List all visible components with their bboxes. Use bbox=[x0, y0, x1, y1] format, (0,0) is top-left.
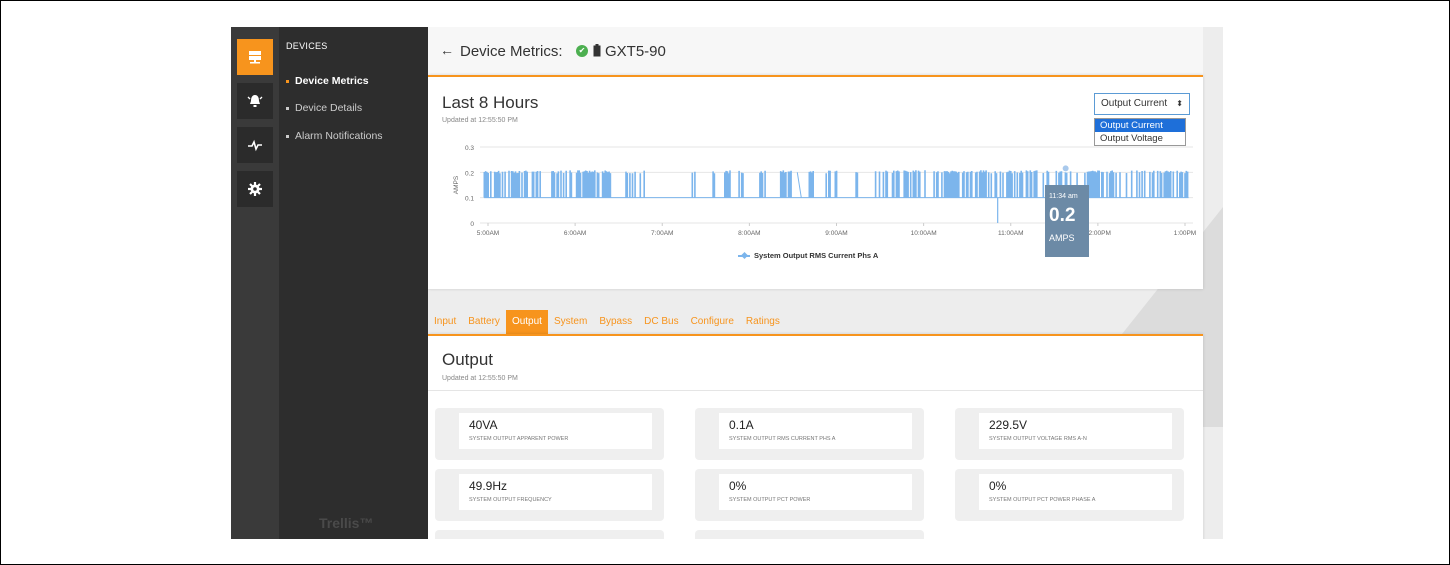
nav-bullet bbox=[286, 134, 289, 138]
page-title: Device Metrics: bbox=[460, 43, 563, 60]
y-tick-label: 0.3 bbox=[465, 145, 474, 152]
series-spike bbox=[796, 172, 802, 198]
divider bbox=[428, 390, 1203, 391]
devices-rail-button[interactable] bbox=[237, 39, 273, 75]
metric-label: SYSTEM OUTPUT RMS CURRENT PHS A bbox=[729, 436, 836, 442]
metric-inner: 40VA SYSTEM OUTPUT APPARENT POWER bbox=[459, 413, 652, 449]
metric-tile: 0% SYSTEM OUTPUT PCT POWER PHASE A bbox=[955, 469, 1184, 521]
hover-point bbox=[1061, 164, 1070, 173]
y-tick-label: 0.1 bbox=[465, 196, 474, 203]
pulse-icon bbox=[248, 139, 262, 152]
metric-tabs: Input Battery Output System Bypass DC Bu… bbox=[428, 310, 786, 334]
metric-inner: 229.5V SYSTEM OUTPUT VOLTAGE RMS A-N bbox=[979, 413, 1172, 449]
metric-label: SYSTEM OUTPUT APPARENT POWER bbox=[469, 436, 569, 442]
main-content: ← Device Metrics: ✔ GXT5-90 Last 8 Hours… bbox=[428, 27, 1223, 539]
chart-legend[interactable]: System Output RMS Current Phs A bbox=[738, 251, 878, 260]
metrics-rail-button[interactable] bbox=[237, 127, 273, 163]
gear-icon bbox=[248, 182, 262, 196]
metric-inner: 0.1A SYSTEM OUTPUT RMS CURRENT PHS A bbox=[719, 413, 912, 449]
metric-inner: 49.9Hz SYSTEM OUTPUT FREQUENCY bbox=[459, 474, 652, 510]
metric-label: SYSTEM OUTPUT PCT POWER PHASE A bbox=[989, 497, 1096, 503]
nav-item-label: Device Details bbox=[295, 102, 363, 114]
metric-select[interactable]: Output Current ⬍ bbox=[1094, 93, 1190, 115]
metric-tile: 229.5V SYSTEM OUTPUT VOLTAGE RMS A-N bbox=[955, 408, 1184, 460]
metric-tile: 0.1A SYSTEM OUTPUT RMS CURRENT PHS A bbox=[695, 408, 924, 460]
chart-card: Last 8 Hours Updated at 12:55:50 PM Outp… bbox=[428, 75, 1203, 289]
metric-tile: 49.9Hz SYSTEM OUTPUT FREQUENCY bbox=[435, 469, 664, 521]
nav-bullet bbox=[286, 106, 289, 110]
y-tick-label: 0 bbox=[470, 221, 474, 228]
metric-value: 40VA bbox=[469, 418, 498, 432]
y-tick-label: 0.2 bbox=[465, 170, 474, 177]
metric-tile: 40VA SYSTEM OUTPUT APPARENT POWER bbox=[435, 408, 664, 460]
metric-tile: 0% SYSTEM OUTPUT PCT POWER bbox=[695, 469, 924, 521]
x-tick-label: 9:00AM bbox=[825, 230, 847, 237]
device-name: GXT5-90 bbox=[605, 43, 666, 60]
metric-label: SYSTEM OUTPUT VOLTAGE RMS A-N bbox=[989, 436, 1087, 442]
tab-output[interactable]: Output bbox=[505, 310, 548, 334]
page-header: ← Device Metrics: ✔ GXT5-90 bbox=[428, 27, 1203, 75]
nav-header: DEVICES bbox=[286, 41, 328, 51]
nav-item-label: Device Metrics bbox=[295, 75, 369, 87]
output-title: Output bbox=[442, 350, 494, 369]
metric-value: 229.5V bbox=[989, 418, 1028, 432]
alarm-bell-icon bbox=[247, 95, 263, 107]
tab-battery[interactable]: Battery bbox=[462, 310, 506, 334]
nav-item-alarm-notifications[interactable]: Alarm Notifications bbox=[286, 130, 383, 142]
tab-system[interactable]: System bbox=[548, 310, 593, 334]
x-tick-label: 11:00AM bbox=[998, 230, 1024, 237]
nav-bullet bbox=[286, 79, 289, 83]
battery-icon bbox=[593, 44, 601, 57]
devices-nav-panel: DEVICES Device Metrics Device Details Al… bbox=[279, 27, 428, 539]
tab-bypass[interactable]: Bypass bbox=[593, 310, 638, 334]
nav-item-device-metrics[interactable]: Device Metrics bbox=[286, 75, 369, 87]
tooltip-time: 11:34 am bbox=[1049, 193, 1078, 200]
output-updated-text: Updated at 12:55:50 PM bbox=[442, 375, 518, 382]
chart-card-title: Last 8 Hours bbox=[442, 93, 539, 112]
tooltip-unit: AMPS bbox=[1049, 233, 1075, 243]
metric-label: SYSTEM OUTPUT FREQUENCY bbox=[469, 497, 552, 503]
alarms-rail-button[interactable] bbox=[237, 83, 273, 119]
x-tick-label: 7:00AM bbox=[651, 230, 673, 237]
metric-select-value: Output Current bbox=[1101, 98, 1168, 109]
x-tick-label: 1:00PM bbox=[1174, 230, 1196, 237]
chart-tooltip: 11:34 am 0.2 AMPS bbox=[1045, 185, 1089, 257]
app-window: DEVICES Device Metrics Device Details Al… bbox=[231, 27, 1223, 539]
metric-tile bbox=[695, 530, 924, 539]
dropdown-option-output-current[interactable]: Output Current bbox=[1095, 119, 1185, 132]
metric-value: 0% bbox=[989, 479, 1007, 493]
nav-item-label: Alarm Notifications bbox=[295, 130, 383, 142]
x-tick-label: 10:00AM bbox=[911, 230, 937, 237]
metric-value: 49.9Hz bbox=[469, 479, 508, 493]
metric-inner: 0% SYSTEM OUTPUT PCT POWER PHASE A bbox=[979, 474, 1172, 510]
tooltip-value: 0.2 bbox=[1049, 205, 1076, 226]
tab-input[interactable]: Input bbox=[428, 310, 462, 334]
legend-label: System Output RMS Current Phs A bbox=[754, 251, 879, 260]
status-ok-icon: ✔ bbox=[576, 45, 588, 57]
select-arrows-icon: ⬍ bbox=[1176, 99, 1183, 108]
legend-marker bbox=[738, 254, 750, 257]
settings-rail-button[interactable] bbox=[237, 171, 273, 207]
x-tick-label: 6:00AM bbox=[564, 230, 586, 237]
y-axis-label: AMPS bbox=[453, 175, 460, 194]
x-tick-label: 5:00AM bbox=[477, 230, 499, 237]
chart-updated-text: Updated at 12:55:50 PM bbox=[442, 117, 518, 124]
metric-inner: 0% SYSTEM OUTPUT PCT POWER bbox=[719, 474, 912, 510]
metric-value: 0.1A bbox=[729, 418, 754, 432]
tab-configure[interactable]: Configure bbox=[685, 310, 740, 334]
tab-dc-bus[interactable]: DC Bus bbox=[638, 310, 684, 334]
server-icon bbox=[249, 51, 261, 64]
output-card: Output Updated at 12:55:50 PM 40VA SYSTE… bbox=[428, 334, 1203, 539]
back-arrow-icon[interactable]: ← bbox=[440, 42, 454, 58]
tab-ratings[interactable]: Ratings bbox=[740, 310, 786, 334]
metric-tile bbox=[435, 530, 664, 539]
metric-label: SYSTEM OUTPUT PCT POWER bbox=[729, 497, 811, 503]
metric-value: 0% bbox=[729, 479, 747, 493]
nav-item-device-details[interactable]: Device Details bbox=[286, 102, 362, 114]
icon-rail bbox=[231, 27, 279, 539]
brand-logo: Trellis™ bbox=[319, 515, 374, 531]
x-tick-label: 8:00AM bbox=[738, 230, 760, 237]
